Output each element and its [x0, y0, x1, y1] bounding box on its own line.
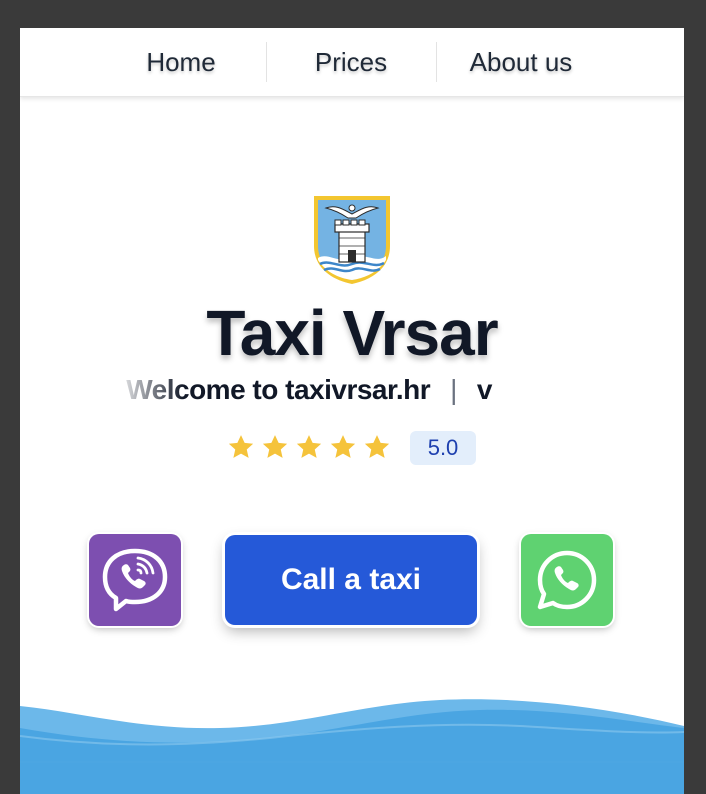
ticker-track: p!|Welcome to taxivrsar.hr|v	[114, 370, 492, 410]
viber-button[interactable]	[89, 534, 181, 626]
star-icon	[364, 435, 390, 458]
coat-of-arms-logo	[314, 196, 390, 284]
star-icon	[262, 435, 288, 458]
page-title: Taxi Vrsar	[206, 297, 498, 369]
ticker-item: Welcome to taxivrsar.hr	[126, 374, 431, 405]
star-icon	[330, 435, 356, 458]
ticker-item: v	[476, 374, 493, 405]
viber-icon	[102, 548, 168, 612]
decorative-wave	[20, 699, 684, 794]
welcome-ticker: p!|Welcome to taxivrsar.hr|v	[114, 370, 588, 410]
page: Home Prices About us Taxi Vrsar p!|Welco…	[20, 28, 684, 794]
star-icon	[228, 435, 254, 458]
whatsapp-icon	[537, 550, 597, 610]
ticker-separator: |	[450, 374, 457, 405]
whatsapp-button[interactable]	[521, 534, 613, 626]
nav-about-us[interactable]: About us	[436, 28, 606, 96]
nav-prices[interactable]: Prices	[266, 28, 436, 96]
call-taxi-button[interactable]: Call a taxi	[225, 535, 477, 625]
top-nav: Home Prices About us	[20, 28, 684, 97]
rating-value-badge: 5.0	[410, 431, 476, 465]
nav-home[interactable]: Home	[96, 28, 266, 96]
star-icon	[296, 435, 322, 458]
